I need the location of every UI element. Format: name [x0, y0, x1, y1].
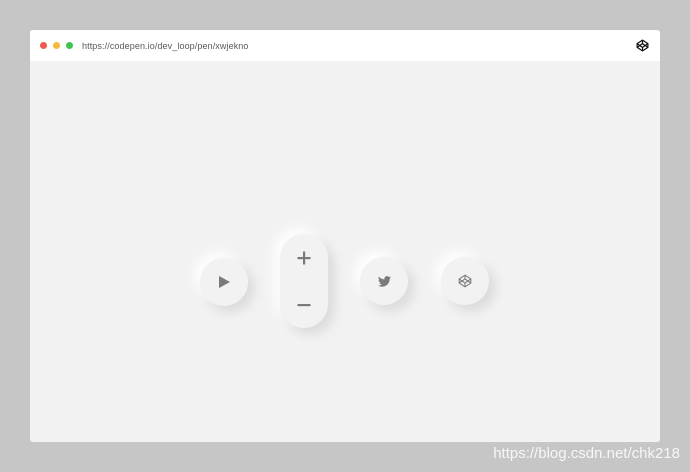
close-window-button[interactable] — [40, 42, 47, 49]
window-controls — [40, 42, 73, 49]
title-bar: https://codepen.io/dev_loop/pen/xwjekno — [30, 30, 660, 61]
codepen-icon[interactable] — [636, 39, 649, 52]
address-bar-url[interactable]: https://codepen.io/dev_loop/pen/xwjekno — [82, 41, 249, 51]
play-icon — [217, 275, 231, 289]
codepen-button[interactable] — [441, 257, 489, 305]
twitter-button[interactable] — [360, 257, 408, 305]
minimize-window-button[interactable] — [53, 42, 60, 49]
twitter-icon — [377, 275, 391, 287]
play-button[interactable] — [200, 258, 248, 306]
watermark-text: https://blog.csdn.net/chk218 — [493, 445, 680, 462]
zoom-control — [280, 234, 328, 328]
maximize-window-button[interactable] — [66, 42, 73, 49]
zoom-out-button[interactable] — [280, 281, 328, 328]
minus-icon — [297, 298, 311, 312]
zoom-in-button[interactable] — [280, 234, 328, 281]
plus-icon — [297, 251, 311, 265]
pen-preview — [30, 61, 660, 442]
browser-window: https://codepen.io/dev_loop/pen/xwjekno — [30, 30, 660, 442]
stage: https://codepen.io/dev_loop/pen/xwjekno — [0, 0, 690, 472]
codepen-icon — [458, 274, 472, 288]
